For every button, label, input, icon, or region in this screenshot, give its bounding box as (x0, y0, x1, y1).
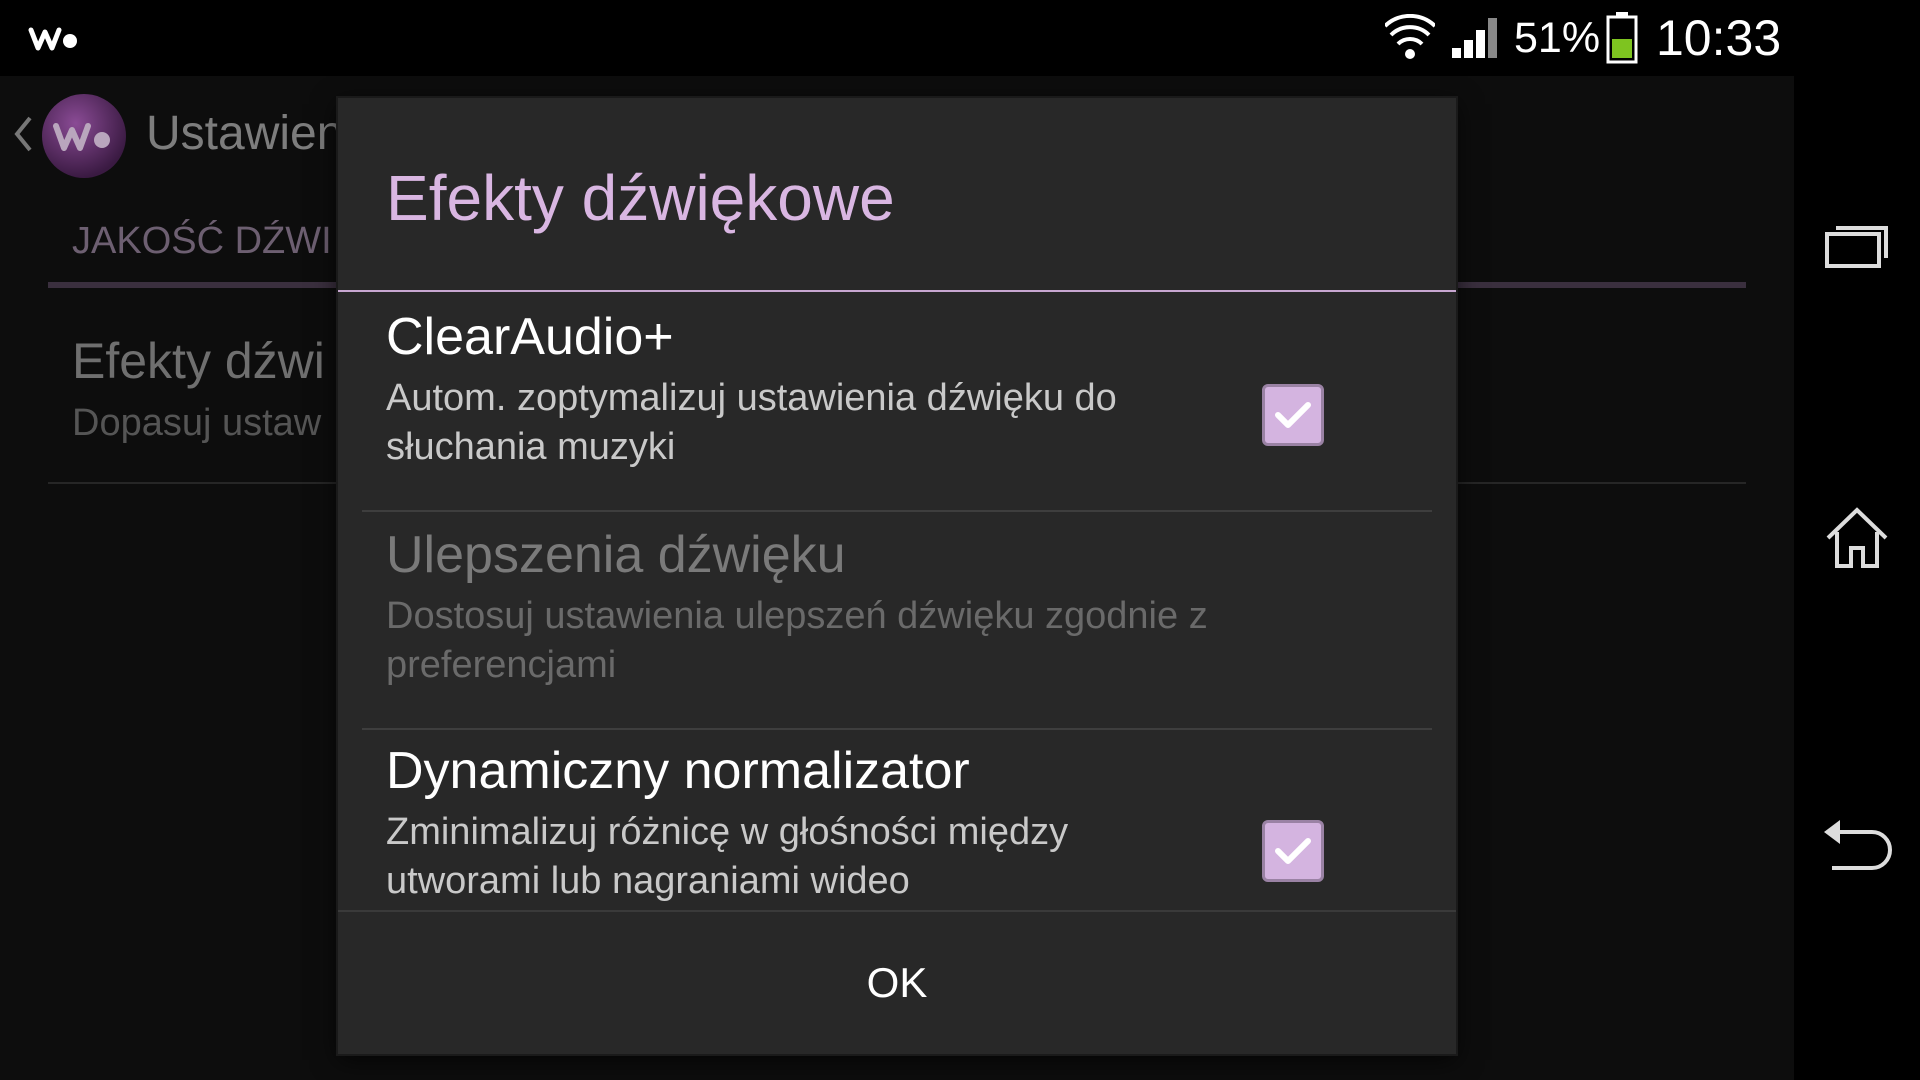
recents-icon[interactable] (1824, 220, 1890, 270)
dynamic-normalizer-checkbox[interactable] (1262, 820, 1324, 882)
battery-icon (1606, 12, 1638, 64)
dialog-button-bar: OK (338, 910, 1456, 1054)
clearaudio-checkbox[interactable] (1262, 384, 1324, 446)
navigation-bar (1794, 0, 1920, 1080)
home-icon[interactable] (1824, 506, 1890, 570)
settings-item-title[interactable]: Efekty dźwi (72, 330, 325, 392)
dialog-title: Efekty dźwiękowe (386, 162, 895, 234)
signal-icon (1452, 18, 1497, 58)
wifi-icon (1385, 14, 1435, 59)
option-title: Dynamiczny normalizator (386, 742, 970, 800)
chevron-left-icon[interactable] (12, 114, 34, 154)
app-title: Ustawien (146, 107, 344, 160)
settings-item-summary: Dopasuj ustaw (72, 402, 322, 444)
option-summary: Zminimalizuj różnicę w głośności między … (386, 811, 1069, 902)
checkmark-icon (1275, 838, 1311, 864)
checkmark-icon (1275, 402, 1311, 428)
walkman-logo-icon[interactable] (40, 92, 128, 180)
battery-percent: 51% (1514, 14, 1601, 62)
section-header: JAKOŚĆ DŹWI (72, 220, 332, 262)
back-icon[interactable] (1820, 816, 1894, 872)
option-sound-enhancements: Ulepszenia dźwięku Dostosuj ustawienia u… (338, 512, 1456, 728)
status-bar: 51% 10:33 (0, 0, 1794, 76)
screen: 51% 10:33 Ustawien JAKOŚĆ DŹWI Efekty dź… (0, 0, 1920, 1080)
option-clearaudio[interactable]: ClearAudio+ Autom. zoptymalizuj ustawien… (338, 292, 1456, 510)
option-dynamic-normalizer[interactable]: Dynamiczny normalizator Zminimalizuj róż… (338, 730, 1456, 910)
option-summary: Dostosuj ustawienia ulepszeń dźwięku zgo… (386, 595, 1208, 686)
clock: 10:33 (1656, 10, 1782, 66)
option-summary: Autom. zoptymalizuj ustawienia dźwięku d… (386, 377, 1117, 468)
ok-button[interactable]: OK (338, 912, 1456, 1054)
option-title: ClearAudio+ (386, 308, 674, 366)
option-title: Ulepszenia dźwięku (386, 526, 846, 584)
walkman-icon (28, 27, 77, 51)
sound-effects-dialog: Efekty dźwiękowe ClearAudio+ Autom. zopt… (338, 98, 1456, 1054)
